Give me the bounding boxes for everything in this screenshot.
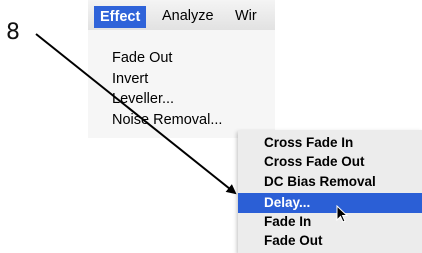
callout-arrow — [35, 33, 237, 195]
mouse-pointer-icon — [336, 205, 348, 223]
